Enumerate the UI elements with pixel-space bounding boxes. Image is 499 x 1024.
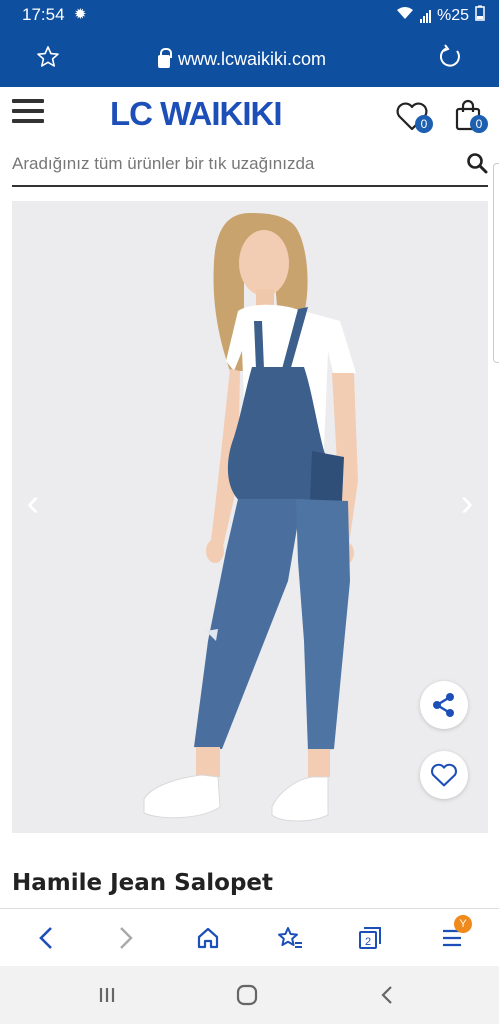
search-input[interactable]: [12, 149, 452, 179]
wishlist-button[interactable]: 0: [395, 101, 435, 137]
cart-count-badge: 0: [470, 115, 488, 133]
lock-icon: [158, 48, 172, 68]
tabs-count: 2: [365, 936, 371, 948]
chevron-right-icon: [120, 927, 133, 949]
search-bar: [12, 143, 488, 187]
site-logo[interactable]: LC WAIKIKI: [110, 95, 282, 133]
browser-back-button[interactable]: [28, 921, 64, 955]
browser-bottom-toolbar: 2 Y: [0, 908, 499, 966]
back-chevron-icon: [381, 986, 392, 1004]
settings-notification-icon: ✹: [74, 6, 87, 23]
browser-menu-button[interactable]: Y: [434, 915, 472, 955]
share-button[interactable]: [420, 681, 468, 729]
system-navigation-bar: [0, 966, 499, 1024]
browser-forward-button[interactable]: [108, 921, 144, 955]
url-text: www.lcwaikiki.com: [178, 49, 327, 69]
url-field[interactable]: www.lcwaikiki.com: [158, 48, 327, 70]
carousel-prev-arrow[interactable]: ‹: [18, 483, 48, 523]
reload-icon[interactable]: [437, 44, 463, 77]
search-icon[interactable]: [466, 152, 488, 174]
home-circle-icon: [236, 984, 258, 1006]
signal-icon: [419, 9, 431, 23]
edge-panel-handle[interactable]: [493, 163, 499, 363]
add-to-favorites-button[interactable]: [420, 751, 468, 799]
menu-icon[interactable]: [12, 99, 44, 125]
bookmark-star-icon[interactable]: [36, 45, 60, 76]
chevron-left-icon: [39, 927, 52, 949]
status-time: 17:54: [22, 5, 65, 24]
home-icon: [197, 927, 219, 949]
browser-bookmarks-button[interactable]: [272, 921, 308, 955]
recent-apps-button[interactable]: [92, 982, 122, 1008]
cart-button[interactable]: 0: [455, 99, 491, 137]
browser-home-button[interactable]: [190, 921, 226, 955]
browser-tabs-button[interactable]: 2: [352, 921, 388, 955]
battery-level: %25: [436, 6, 469, 24]
status-indicators: %25: [396, 5, 485, 26]
browser-address-bar: www.lcwaikiki.com: [0, 32, 499, 87]
wishlist-count-badge: 0: [415, 115, 433, 133]
battery-icon: [475, 5, 485, 26]
carousel-next-arrow[interactable]: ›: [452, 483, 482, 523]
system-back-button[interactable]: [372, 982, 402, 1008]
heart-outline-icon: [431, 763, 457, 787]
menu-update-badge: Y: [454, 915, 472, 933]
product-title: Hamile Jean Salopet: [12, 870, 273, 896]
status-bar: 17:54 ✹ %25: [0, 0, 499, 32]
recents-icon: [99, 988, 115, 1002]
product-image-carousel[interactable]: ‹ ›: [12, 201, 488, 833]
wifi-icon: [396, 6, 414, 25]
share-icon: [433, 693, 454, 717]
bookmarks-star-icon: [278, 927, 302, 948]
tabs-icon: 2: [359, 927, 381, 949]
system-home-button[interactable]: [232, 982, 262, 1008]
product-photo: [143, 213, 358, 822]
site-header: LC WAIKIKI 0 0: [0, 87, 499, 143]
